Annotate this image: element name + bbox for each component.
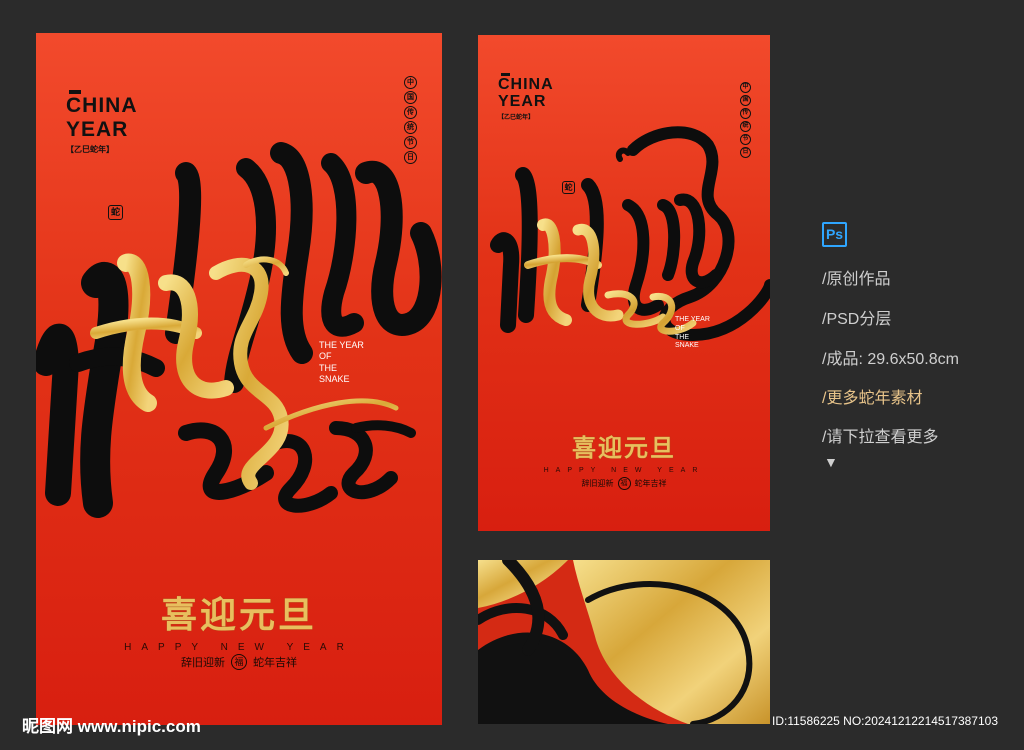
poster-detail-crop [478, 560, 770, 724]
year-en-line: OF [675, 324, 685, 332]
vertical-char: 中 [404, 76, 417, 89]
year-en-line: THE YEAR [675, 316, 710, 323]
blessing-row: 辞旧迎新 福 蛇年吉祥 [478, 477, 770, 490]
year-en-line: THE YEAR [319, 340, 364, 350]
brand-tag: 【乙巳蛇年】 [498, 115, 535, 121]
brand-line-year: YEAR [66, 118, 129, 141]
vertical-char: 传 [740, 108, 751, 119]
year-en-block: THE YEAR OF THE SNAKE [675, 316, 710, 351]
fu-emblem: 福 [231, 654, 247, 670]
image-id-text: ID:11586225 NO:20241212214517387103 [772, 714, 998, 728]
happy-new-year-text: HAPPY NEW YEAR [543, 467, 705, 474]
vertical-char: 日 [404, 151, 417, 164]
sidebar-item-size: /成品: 29.6x50.8cm [822, 351, 959, 368]
year-en-line: OF [319, 351, 332, 362]
fu-emblem: 福 [617, 477, 631, 490]
year-en-line: THE [675, 333, 689, 341]
vertical-festival-text: 中 国 传 统 节 日 [740, 82, 751, 158]
detail-artwork [478, 560, 770, 724]
snake-seal: 蛇 [562, 181, 575, 194]
vertical-char: 中 [740, 82, 751, 93]
blessing-right: 蛇年吉祥 [634, 479, 667, 488]
triangle-down-icon: ▼ [824, 454, 838, 470]
poster-alt: CHINA YEAR 【乙巳蛇年】 中 国 传 统 节 日 蛇 THE YEAR… [478, 35, 770, 531]
blessing-row: 辞旧迎新 福 蛇年吉祥 [36, 654, 442, 670]
year-en-block: THE YEAR OF THE SNAKE [319, 340, 364, 385]
vertical-char: 国 [740, 95, 751, 106]
blessing-left: 辞旧迎新 [581, 479, 614, 488]
vertical-char: 节 [740, 134, 751, 145]
year-en-line: SNAKE [675, 342, 699, 350]
happy-new-year-text: HAPPY NEW YEAR [124, 642, 354, 653]
vertical-char: 统 [740, 121, 751, 132]
brand-line-china: CHINA [66, 94, 138, 117]
greeting-title: 喜迎元旦 [572, 433, 676, 462]
year-en-line: THE [319, 362, 337, 373]
site-watermark: 昵图网 www.nipic.com [22, 717, 201, 736]
vertical-char: 日 [740, 147, 751, 158]
brand-line-china: CHINA [498, 76, 554, 93]
brand-tag: 【乙巳蛇年】 [66, 145, 114, 154]
snake-seal: 蛇 [108, 205, 123, 220]
vertical-char: 国 [404, 91, 417, 104]
year-en-line: SNAKE [319, 373, 350, 384]
vertical-char: 统 [404, 121, 417, 134]
sidebar-item-scroll-hint: /请下拉查看更多 [822, 429, 939, 446]
photoshop-icon: Ps [822, 222, 847, 247]
blessing-right: 蛇年吉祥 [253, 657, 297, 669]
greeting-title: 喜迎元旦 [160, 594, 317, 636]
sidebar-item-psd-layers: /PSD分层 [822, 311, 892, 328]
sidebar-item-more-snake-assets[interactable]: /更多蛇年素材 [822, 384, 922, 408]
poster-main: CHINA YEAR 【乙巳蛇年】 中 国 传 统 节 日 蛇 THE YEAR… [36, 33, 442, 725]
vertical-festival-text: 中 国 传 统 节 日 [404, 76, 417, 164]
vertical-char: 节 [404, 136, 417, 149]
brand-line-year: YEAR [498, 93, 547, 110]
blessing-left: 辞旧迎新 [181, 657, 225, 669]
sidebar-item-original: /原创作品 [822, 271, 891, 288]
vertical-char: 传 [404, 106, 417, 119]
